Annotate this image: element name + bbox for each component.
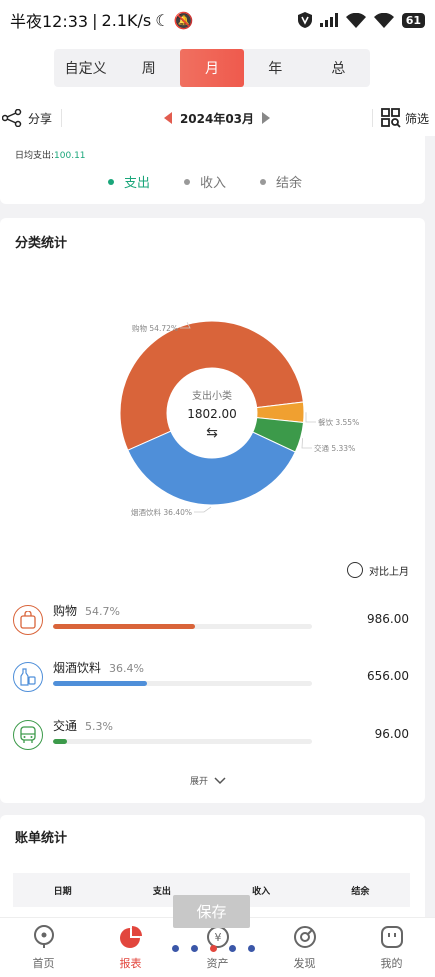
- slice-label: 购物 54.72%: [132, 323, 178, 333]
- save-button[interactable]: 保存: [173, 895, 250, 928]
- tab-total[interactable]: 总: [307, 49, 370, 87]
- discover-icon: [293, 925, 316, 948]
- tab-year[interactable]: 年: [244, 49, 307, 87]
- wifi-icon: [373, 12, 394, 28]
- profile-icon: [380, 925, 403, 948]
- wifi-icon: [345, 12, 366, 28]
- period-selector: 自定义 周 月 年 总: [0, 40, 435, 100]
- type-switch: 支出 收入 结余: [108, 172, 302, 191]
- summary-card: 日均支出:100.11 支出 收入 结余: [0, 136, 425, 204]
- bus-icon: [13, 720, 43, 750]
- col-balance: 结余: [351, 886, 370, 897]
- bottle-icon: [13, 662, 43, 692]
- page-dot[interactable]: [229, 945, 236, 952]
- expand-button[interactable]: 展开: [190, 774, 226, 787]
- daily-average-value: 100.11: [54, 151, 86, 161]
- category-title: 分类统计: [15, 236, 68, 251]
- nav-home[interactable]: 首页: [0, 918, 87, 977]
- chevron-down-icon: [214, 776, 226, 784]
- type-balance[interactable]: 结余: [260, 172, 302, 191]
- svg-text:¥: ¥: [214, 931, 221, 944]
- category-name: 交通: [53, 719, 78, 733]
- slice-label: 餐饮 3.55%: [318, 417, 359, 427]
- page-dot[interactable]: [248, 945, 255, 952]
- category-percent: 5.3%: [85, 720, 113, 733]
- page-dot[interactable]: [191, 945, 198, 952]
- category-stats-card: 分类统计 购物 54.72% 餐饮 3.55% 交通 5.33% 烟酒饮料 36.40…: [0, 218, 425, 803]
- slice-leader-line: [305, 412, 316, 423]
- daily-average: 日均支出:100.11: [15, 151, 86, 161]
- home-icon: [33, 924, 54, 948]
- category-progress-fill: [53, 681, 148, 686]
- tab-custom[interactable]: 自定义: [54, 49, 117, 87]
- compare-radio[interactable]: [347, 562, 363, 578]
- share-label: 分享: [28, 111, 53, 126]
- donut-center-value: 1802.00: [187, 407, 237, 421]
- category-name: 烟酒饮料: [53, 661, 102, 675]
- compare-label: 对比上月: [369, 566, 409, 578]
- vpn-icon: [297, 12, 312, 28]
- report-toolbar: 分享 2024年03月 筛选: [0, 100, 435, 136]
- category-row[interactable]: 交通 5.3% 96.00: [13, 717, 413, 757]
- filter-label: 筛选: [404, 111, 429, 126]
- category-name: 购物: [53, 604, 78, 618]
- category-amount: 656.00: [367, 669, 409, 683]
- filter-button[interactable]: 筛选: [371, 108, 435, 128]
- category-progress: [53, 624, 312, 629]
- period-tabs: 自定义 周 月 年 总: [54, 49, 370, 87]
- pie-slice[interactable]: [127, 430, 296, 506]
- next-month-button[interactable]: [262, 112, 271, 124]
- shopping-bag-icon: [13, 605, 43, 635]
- category-percent: 36.4%: [109, 662, 144, 675]
- slice-leader-line: [194, 506, 212, 513]
- col-date: 日期: [53, 886, 72, 897]
- slice-label: 交通 5.33%: [314, 443, 355, 453]
- filter-icon: [381, 108, 401, 128]
- type-income[interactable]: 收入: [184, 172, 226, 191]
- share-icon: [2, 109, 22, 127]
- prev-month-button[interactable]: [163, 112, 172, 124]
- category-progress-fill: [53, 739, 67, 744]
- slice-leader-line: [301, 438, 312, 449]
- tab-month[interactable]: 月: [180, 49, 244, 87]
- donut-center-label: 支出小类: [192, 389, 232, 402]
- category-amount: 986.00: [367, 612, 409, 626]
- mute-bell-icon: 🔕: [173, 10, 194, 30]
- nav-discover[interactable]: 发现: [261, 918, 348, 977]
- share-button[interactable]: 分享: [0, 109, 62, 127]
- expand-label: 展开: [190, 777, 209, 787]
- signal-icon: [319, 13, 338, 27]
- category-donut-chart[interactable]: 购物 54.72% 餐饮 3.55% 交通 5.33% 烟酒饮料 36.40% 支出小类…: [0, 288, 425, 528]
- current-month[interactable]: 2024年03月: [180, 110, 254, 127]
- type-expense[interactable]: 支出: [108, 172, 150, 191]
- slice-label: 烟酒饮料 36.40%: [131, 507, 192, 517]
- category-amount: 96.00: [374, 727, 409, 741]
- page-indicator: [172, 945, 255, 952]
- status-speed: 2.1K/s: [101, 10, 152, 30]
- category-progress-fill: [53, 624, 195, 629]
- status-bar: 半夜12:33 | 2.1K/s ☾ 🔕 61: [0, 0, 435, 40]
- page-dot[interactable]: [210, 945, 217, 952]
- swap-icon[interactable]: ⇆: [206, 425, 218, 441]
- report-icon: [119, 925, 142, 948]
- moon-icon: ☾: [155, 10, 170, 30]
- nav-report[interactable]: 报表: [87, 918, 174, 977]
- status-time: 半夜12:33: [10, 12, 89, 31]
- bill-title: 账单统计: [15, 831, 68, 846]
- category-row[interactable]: 购物 54.7% 986.00: [13, 602, 413, 642]
- page-dot[interactable]: [172, 945, 179, 952]
- category-percent: 54.7%: [85, 605, 120, 618]
- category-progress: [53, 681, 312, 686]
- tab-week[interactable]: 周: [117, 49, 180, 87]
- category-row[interactable]: 烟酒饮料 36.4% 656.00: [13, 659, 413, 699]
- category-progress: [53, 739, 312, 744]
- compare-last-month-toggle[interactable]: 对比上月: [347, 562, 409, 578]
- battery-indicator: 61: [401, 12, 425, 28]
- nav-profile[interactable]: 我的: [348, 918, 435, 977]
- month-navigator: 2024年03月: [62, 110, 372, 127]
